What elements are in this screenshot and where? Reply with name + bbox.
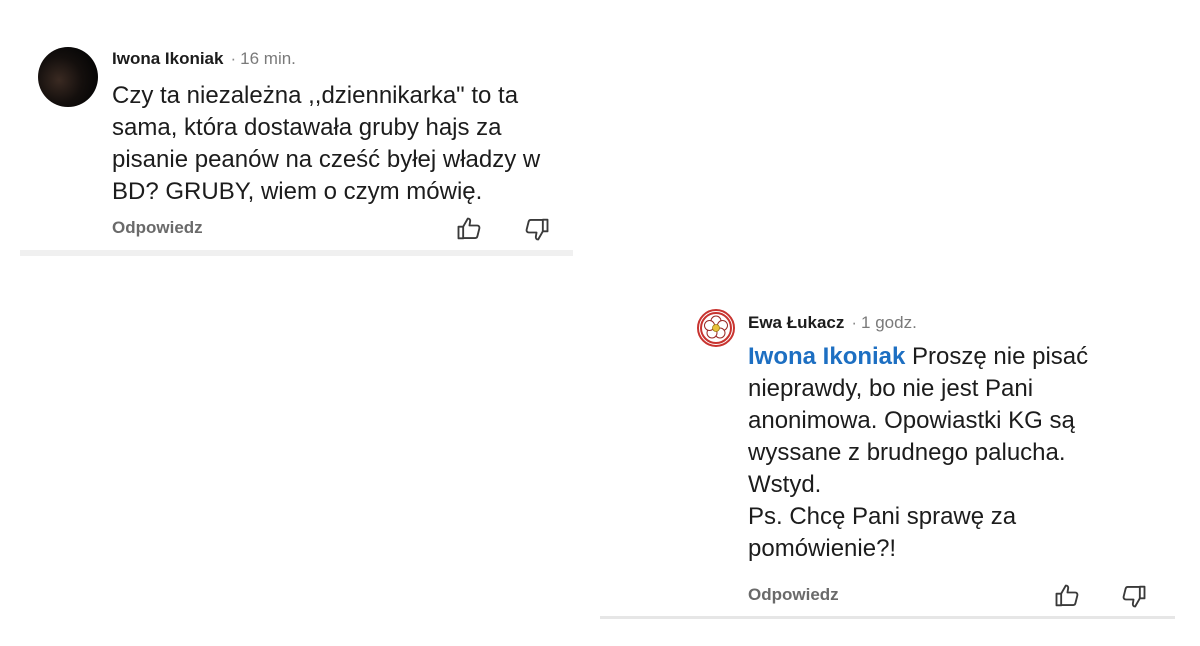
reply-button[interactable]: Odpowiedz [112,218,203,238]
timestamp: 16 min. [240,49,296,68]
author-name[interactable]: Ewa Łukacz [748,313,844,332]
divider [600,616,1175,619]
rose-emblem-icon [700,312,732,344]
timestamp: 1 godz. [861,313,917,332]
author-name[interactable]: Iwona Ikoniak [112,49,223,68]
thumbs-up-icon[interactable] [1053,582,1081,610]
comment-text: Iwona Ikoniak Proszę nie pisać nieprawdy… [748,341,1148,565]
avatar[interactable] [38,47,98,107]
comment-text: Czy ta niezależna ,,dziennikarka" to ta … [112,82,541,205]
comment-meta: Iwona Ikoniak · 16 min. [112,49,296,69]
divider [20,250,573,256]
mention-link[interactable]: Iwona Ikoniak [748,343,905,370]
thumbs-up-icon[interactable] [455,215,483,243]
comment-body: Proszę nie pisać nieprawdy, bo nie jest … [748,343,1089,562]
thumbs-down-icon[interactable] [523,215,551,243]
meta-separator: · [851,313,858,332]
thumbs-down-icon[interactable] [1120,582,1148,610]
avatar[interactable] [697,309,735,347]
reply-button[interactable]: Odpowiedz [748,585,839,605]
comment-meta: Ewa Łukacz · 1 godz. [748,313,917,333]
meta-separator: · [230,49,237,68]
